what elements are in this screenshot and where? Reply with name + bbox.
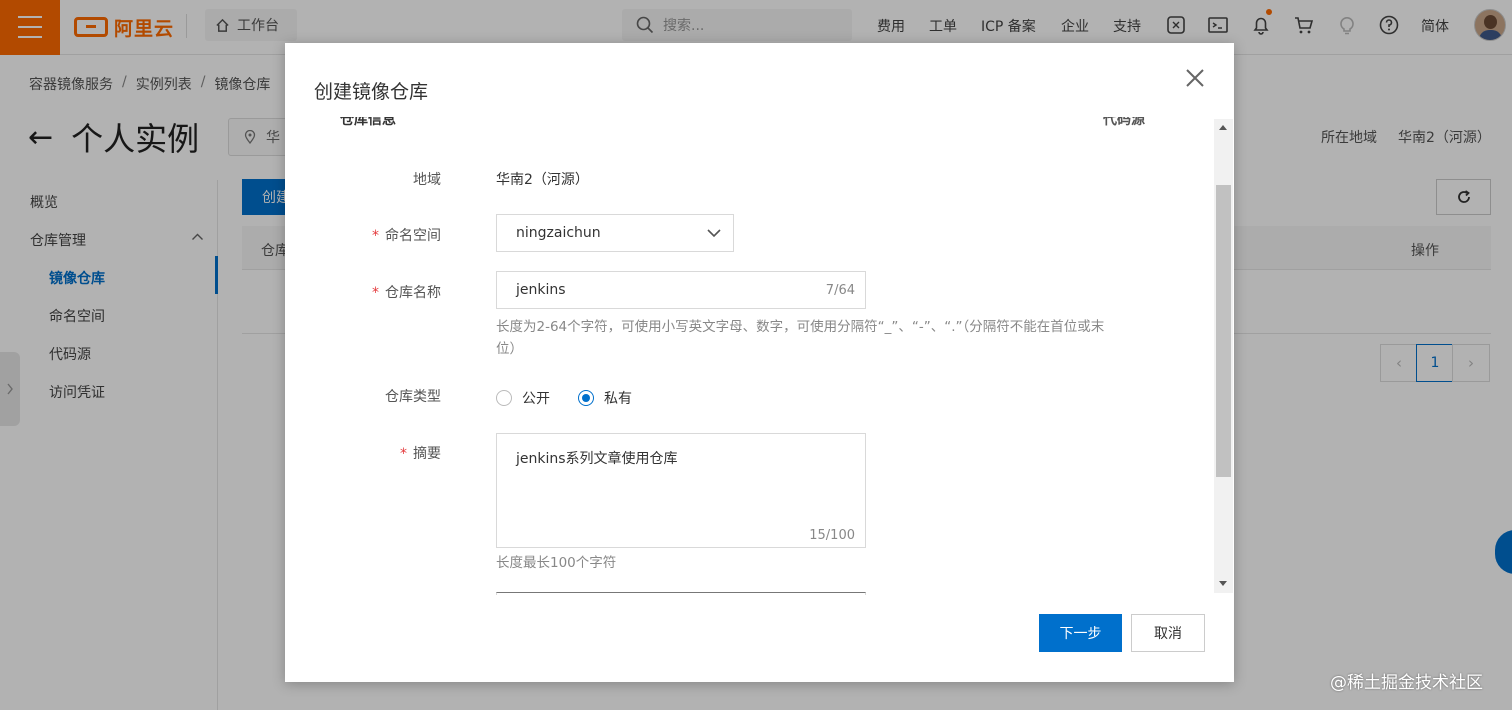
dialog-body[interactable]: 仓库信息 代码源 地域 华南2（河源） * 命名空间 ningzaichun * 仓… bbox=[285, 113, 1234, 595]
required-mark: * bbox=[372, 228, 379, 244]
radio-public-label[interactable]: 公开 bbox=[522, 388, 550, 408]
summary-textarea[interactable]: jenkins系列文章使用仓库 15/100 bbox=[496, 433, 866, 548]
close-icon[interactable] bbox=[1184, 67, 1206, 89]
repo-type-field-label: 仓库类型 bbox=[385, 389, 441, 405]
namespace-select[interactable]: ningzaichun bbox=[496, 214, 734, 252]
dialog-title: 创建镜像仓库 bbox=[314, 81, 429, 103]
radio-public[interactable] bbox=[496, 390, 512, 406]
scroll-up-icon[interactable] bbox=[1219, 125, 1227, 130]
repo-name-field-label: * 仓库名称 bbox=[372, 285, 441, 301]
repo-name-counter: 7/64 bbox=[825, 282, 855, 298]
required-mark: * bbox=[372, 285, 379, 301]
next-field-partial[interactable] bbox=[496, 592, 866, 595]
repo-type-radio-group: 公开 私有 bbox=[496, 388, 632, 408]
summary-hint: 长度最长100个字符 bbox=[496, 555, 617, 571]
radio-private[interactable] bbox=[578, 390, 594, 406]
summary-counter: 15/100 bbox=[809, 528, 855, 543]
watermark: @稀土掘金技术社区 bbox=[1330, 673, 1483, 693]
chevron-down-icon bbox=[707, 229, 721, 238]
repo-name-hint: 长度为2-64个字符，可使用小写英文字母、数字，可使用分隔符“_”、“-”、“.… bbox=[496, 319, 1105, 357]
scrollbar-thumb[interactable] bbox=[1216, 185, 1231, 477]
dialog-scrollbar[interactable] bbox=[1214, 119, 1233, 593]
step-code-source: 代码源 bbox=[1103, 117, 1145, 128]
region-field-label: 地域 bbox=[413, 172, 441, 188]
repo-name-input[interactable]: jenkins 7/64 bbox=[496, 271, 866, 309]
cancel-button[interactable]: 取消 bbox=[1131, 614, 1205, 652]
summary-value: jenkins系列文章使用仓库 bbox=[516, 451, 678, 467]
required-mark: * bbox=[400, 446, 407, 462]
scroll-down-icon[interactable] bbox=[1219, 581, 1227, 586]
summary-field-label: * 摘要 bbox=[400, 446, 441, 462]
radio-private-label[interactable]: 私有 bbox=[604, 388, 632, 408]
region-field-value: 华南2（河源） bbox=[496, 172, 589, 188]
step-repo-info: 仓库信息 bbox=[340, 117, 396, 128]
namespace-field-label: * 命名空间 bbox=[372, 228, 441, 244]
namespace-selected-value: ningzaichun bbox=[516, 225, 601, 241]
repo-name-value: jenkins bbox=[516, 282, 566, 298]
next-step-button[interactable]: 下一步 bbox=[1039, 614, 1122, 652]
create-repo-dialog: 创建镜像仓库 仓库信息 代码源 地域 华南2（河源） * 命名空间 ningzai… bbox=[285, 43, 1234, 682]
